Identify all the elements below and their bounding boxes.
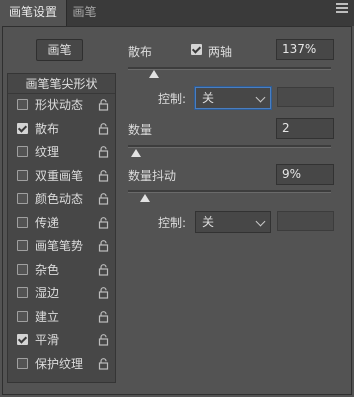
- scatter-value-field[interactable]: 137%: [276, 39, 334, 60]
- list-item-label: 颜色动态: [35, 192, 84, 206]
- lock-icon[interactable]: [98, 263, 109, 276]
- lock-icon[interactable]: [98, 240, 109, 252]
- option-checkbox[interactable]: [17, 193, 28, 204]
- list-item-label: 形状动态: [35, 98, 84, 112]
- scatter-control-extra-field: [277, 87, 334, 107]
- list-item[interactable]: 颜色动态: [8, 188, 115, 211]
- chevron-down-icon: [255, 216, 266, 227]
- count-slider-track[interactable]: [128, 145, 331, 148]
- lock-icon[interactable]: [98, 122, 109, 135]
- list-item-label: 纹理: [35, 145, 60, 159]
- scatter-control-select[interactable]: 关: [195, 87, 271, 109]
- tab-bar: 画笔设置 画笔: [0, 0, 354, 26]
- list-item-label: 传递: [35, 215, 60, 230]
- count-jitter-control-label: 控制:: [158, 216, 187, 230]
- list-item[interactable]: 建立: [8, 306, 115, 329]
- lock-icon[interactable]: [98, 193, 109, 205]
- list-item-label: 湿边: [35, 286, 60, 300]
- list-item[interactable]: 双重画笔: [8, 165, 115, 188]
- scatter-label: 散布: [128, 45, 153, 59]
- lock-icon[interactable]: [98, 216, 109, 229]
- list-item-label: 画笔笔势: [35, 239, 84, 253]
- option-checkbox[interactable]: [17, 287, 28, 298]
- list-item[interactable]: 保护纹理: [8, 353, 115, 376]
- lock-icon[interactable]: [98, 146, 109, 158]
- lock-icon[interactable]: [98, 287, 109, 299]
- list-item-label: 双重画笔: [35, 168, 84, 183]
- list-item-label: 平滑: [35, 333, 60, 347]
- scatter-slider-thumb[interactable]: [149, 70, 159, 78]
- count-slider-thumb[interactable]: [131, 149, 141, 157]
- count-jitter-control-extra-field: [277, 211, 334, 231]
- option-checkbox[interactable]: [17, 240, 28, 251]
- option-checkbox[interactable]: [17, 169, 28, 181]
- option-checkbox[interactable]: [17, 216, 28, 228]
- lock-icon[interactable]: [98, 169, 109, 182]
- list-item[interactable]: 杂色: [8, 259, 115, 282]
- panel-menu-icon[interactable]: [336, 3, 348, 15]
- option-checkbox[interactable]: [17, 146, 28, 157]
- list-item[interactable]: 形状动态: [8, 94, 115, 117]
- lock-icon[interactable]: [98, 99, 109, 111]
- lock-icon[interactable]: [98, 334, 109, 346]
- count-jitter-value-field[interactable]: 9%: [276, 164, 334, 185]
- scatter-control-value: 关: [202, 91, 215, 105]
- both-axes-label: 两轴: [208, 45, 233, 59]
- list-item[interactable]: 散布: [8, 117, 115, 141]
- both-axes-checkbox[interactable]: [191, 44, 202, 55]
- tab-brushes[interactable]: 画笔: [66, 0, 102, 26]
- lock-icon[interactable]: [98, 357, 109, 370]
- list-item[interactable]: 传递: [8, 212, 115, 235]
- option-checkbox[interactable]: [17, 99, 28, 110]
- count-jitter-label: 数量抖动: [128, 169, 177, 183]
- tab-brush-settings[interactable]: 画笔设置: [0, 0, 66, 26]
- scatter-control-label: 控制:: [158, 92, 187, 106]
- option-checkbox[interactable]: [17, 122, 28, 134]
- list-item-label: 杂色: [35, 262, 60, 277]
- lock-icon[interactable]: [98, 310, 109, 323]
- option-checkbox[interactable]: [17, 357, 28, 369]
- list-item[interactable]: 平滑: [8, 329, 115, 352]
- option-checkbox[interactable]: [17, 263, 28, 275]
- count-value-field[interactable]: 2: [276, 118, 334, 139]
- count-jitter-slider-thumb[interactable]: [140, 194, 150, 202]
- count-jitter-slider-track[interactable]: [128, 190, 331, 193]
- chevron-down-icon: [255, 92, 266, 103]
- list-item-label: 建立: [35, 309, 60, 324]
- brush-tip-shape-item[interactable]: 画笔笔尖形状: [8, 74, 115, 94]
- option-checkbox[interactable]: [17, 310, 28, 322]
- option-checkbox[interactable]: [17, 334, 28, 345]
- count-label: 数量: [128, 123, 153, 137]
- list-item-label: 保护纹理: [35, 356, 84, 371]
- brush-presets-button[interactable]: 画笔: [36, 39, 83, 61]
- list-item[interactable]: 画笔笔势: [8, 235, 115, 258]
- list-item[interactable]: 纹理: [8, 141, 115, 164]
- list-item[interactable]: 湿边: [8, 282, 115, 305]
- count-jitter-control-select[interactable]: 关: [195, 211, 271, 233]
- count-jitter-control-value: 关: [202, 215, 215, 229]
- list-item-label: 散布: [35, 121, 60, 136]
